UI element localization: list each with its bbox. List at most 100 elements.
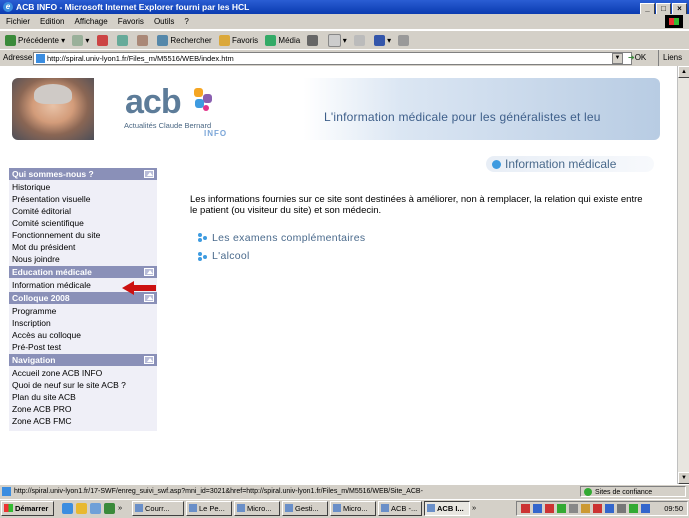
nav-item-mot-du-president[interactable]: Mot du président — [12, 241, 157, 253]
back-label: Précédente — [18, 36, 59, 45]
menu-help[interactable]: ? — [184, 17, 188, 26]
tray-icon[interactable] — [593, 504, 602, 513]
mail-icon — [327, 34, 341, 48]
menu-edition[interactable]: Edition — [40, 17, 64, 26]
scroll-up-button[interactable]: ▲ — [678, 66, 689, 78]
edit-button[interactable]: ▾ — [374, 31, 391, 50]
collapse-icon[interactable] — [144, 268, 154, 276]
window-title: ACB INFO - Microsoft Internet Explorer f… — [16, 2, 250, 12]
search-button[interactable]: Rechercher — [157, 31, 212, 50]
favorites-button[interactable]: Favoris — [218, 31, 259, 50]
tray-icon[interactable] — [605, 504, 614, 513]
collapse-icon[interactable] — [144, 356, 154, 364]
collapse-icon[interactable] — [144, 170, 154, 178]
nav-item-plan-du-site[interactable]: Plan du site ACB — [12, 391, 157, 403]
address-dropdown-button[interactable]: ▼ — [612, 53, 623, 64]
nav-section-header[interactable]: Qui sommes-nous ? — [9, 168, 157, 180]
taskbar-more-icon[interactable]: » — [472, 500, 476, 516]
vertical-scrollbar[interactable]: ▲ ▼ — [677, 66, 689, 484]
menu-bar: Fichier Edition Affichage Favoris Outils? — [0, 14, 689, 29]
tray-icon[interactable] — [521, 504, 530, 513]
nav-section-header[interactable]: Education médicale — [9, 266, 157, 278]
nav-item-presentation-visuelle[interactable]: Présentation visuelle — [12, 193, 157, 205]
status-bar: http://spiral.univ-lyon1.fr/17-SWF/enreg… — [0, 484, 689, 499]
tray-icon[interactable] — [581, 504, 590, 513]
clock[interactable]: 09:50 — [664, 502, 683, 515]
refresh-button[interactable] — [116, 31, 130, 50]
task-micro-1[interactable]: Micro... — [234, 501, 280, 516]
nav-item-comite-scientifique[interactable]: Comité scientifique — [12, 217, 157, 229]
task-acb-info[interactable]: ACB I... — [424, 501, 470, 516]
task-le-pe[interactable]: Le Pe... — [186, 501, 232, 516]
nav-item-accueil-zone[interactable]: Accueil zone ACB INFO — [12, 367, 157, 379]
back-arrow-icon — [5, 35, 16, 47]
toolbar: Précédente ▾ ▾ Rechercher Favoris Média … — [0, 30, 689, 50]
home-button[interactable] — [137, 31, 150, 50]
menu-favoris[interactable]: Favoris — [118, 17, 144, 26]
link-examens-complementaires[interactable]: Les examens complémentaires — [212, 232, 365, 244]
history-button[interactable] — [307, 31, 320, 50]
nav-item-zone-pro[interactable]: Zone ACB PRO — [12, 403, 157, 415]
nav-item-historique[interactable]: Historique — [12, 181, 157, 193]
discuss-button[interactable] — [398, 31, 411, 50]
nav-item-zone-fmc[interactable]: Zone ACB FMC — [12, 415, 157, 427]
mail-button[interactable]: ▾ — [327, 31, 347, 50]
favorites-label: Favoris — [231, 36, 259, 45]
nav-item-acces-colloque[interactable]: Accès au colloque — [12, 329, 157, 341]
menu-outils[interactable]: Outils — [154, 17, 174, 26]
nav-item-programme[interactable]: Programme — [12, 305, 157, 317]
menu-fichier[interactable]: Fichier — [6, 17, 30, 26]
tray-icon[interactable] — [533, 504, 542, 513]
portrait-photo — [12, 78, 94, 140]
nav-item-quoi-de-neuf[interactable]: Quoi de neuf sur le site ACB ? — [12, 379, 157, 391]
nav-item-inscription[interactable]: Inscription — [12, 317, 157, 329]
media-button[interactable]: Média — [265, 31, 300, 50]
word-icon — [374, 35, 386, 47]
tray-icon[interactable] — [557, 504, 566, 513]
quicklaunch-ie-icon[interactable] — [62, 503, 73, 514]
nav-section-header[interactable]: Navigation — [9, 354, 157, 366]
quicklaunch-outlook-icon[interactable] — [76, 503, 87, 514]
go-button[interactable]: ➔OK — [628, 50, 646, 66]
stop-icon — [96, 35, 108, 47]
logo-text: acb — [125, 83, 182, 121]
scroll-down-button[interactable]: ▼ — [678, 472, 689, 484]
nav-section-title: Colloque 2008 — [12, 293, 70, 303]
stop-button[interactable] — [96, 31, 110, 50]
page-heading-text: Information médicale — [505, 157, 617, 171]
task-courrier[interactable]: Courr... — [132, 501, 184, 516]
task-acb-1[interactable]: ACB -... — [378, 501, 422, 516]
nav-item-pre-post-test[interactable]: Pré-Post test — [12, 341, 157, 353]
start-button[interactable]: Démarrer — [1, 501, 54, 516]
menu-affichage[interactable]: Affichage — [74, 17, 107, 26]
links-button[interactable]: Liens — [658, 50, 682, 66]
left-navigation: Qui sommes-nous ? Historique Présentatio… — [9, 168, 157, 431]
quicklaunch-more-icon[interactable]: » — [118, 500, 122, 516]
link-alcool[interactable]: L'alcool — [212, 250, 250, 262]
acb-logo[interactable]: acb — [125, 83, 212, 121]
task-gesti[interactable]: Gesti... — [282, 501, 328, 516]
quicklaunch-media-icon[interactable] — [104, 503, 115, 514]
tray-icon[interactable] — [545, 504, 554, 513]
nav-item-nous-joindre[interactable]: Nous joindre — [12, 253, 157, 265]
print-button[interactable] — [353, 31, 367, 50]
address-input[interactable]: http://spiral.univ-lyon1.fr/Files_m/M551… — [33, 52, 632, 65]
media-icon — [265, 35, 277, 47]
back-button[interactable]: Précédente ▾ — [5, 31, 65, 50]
tray-icon[interactable] — [641, 504, 650, 513]
tray-icon[interactable] — [569, 504, 578, 513]
nav-item-comite-editorial[interactable]: Comité éditorial — [12, 205, 157, 217]
nav-item-fonctionnement[interactable]: Fonctionnement du site — [12, 229, 157, 241]
forward-button[interactable]: ▾ — [72, 31, 89, 50]
status-url: http://spiral.univ-lyon1.fr/17-SWF/enreg… — [14, 488, 423, 495]
tray-icon[interactable] — [629, 504, 638, 513]
task-micro-2[interactable]: Micro... — [330, 501, 376, 516]
collapse-icon[interactable] — [144, 294, 154, 302]
link-bullet-icon — [198, 233, 208, 243]
media-label: Média — [278, 36, 301, 45]
quicklaunch-desktop-icon[interactable] — [90, 503, 101, 514]
logo-dot-pink — [203, 105, 209, 111]
ie-icon: e — [3, 2, 13, 12]
tray-icon[interactable] — [617, 504, 626, 513]
page-icon — [36, 54, 45, 63]
